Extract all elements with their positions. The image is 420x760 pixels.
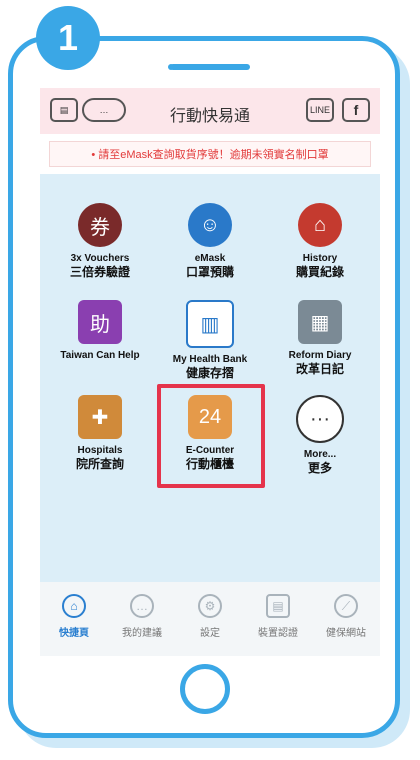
tile-history[interactable]: ⌂ History 購買紀錄 <box>265 203 375 279</box>
compass-icon: ⟋ <box>334 594 358 618</box>
tab-device[interactable]: ▤ 裝置認證 <box>244 582 312 656</box>
banner-text: • 請至eMask查詢取貨序號！逾期未領實名制口罩 <box>49 141 371 167</box>
more-icon: ··· <box>296 395 344 443</box>
health-bank-icon: ▥ <box>186 300 234 348</box>
tile-emask[interactable]: ☺ eMask 口罩預購 <box>155 203 265 279</box>
device-icon: ▤ <box>266 594 290 618</box>
tab-website[interactable]: ⟋ 健保網站 <box>312 582 380 656</box>
mask-icon: ☺ <box>188 203 232 247</box>
notice-banner[interactable]: • 請至eMask查詢取貨序號！逾期未領實名制口罩 <box>40 134 380 174</box>
tile-vouchers[interactable]: 券 3x Vouchers 三倍券驗證 <box>45 203 155 279</box>
settings-icon: ⚙ <box>198 594 222 618</box>
highlight-box <box>157 384 265 488</box>
tile-more[interactable]: ··· More... 更多 <box>265 395 375 475</box>
diary-icon: ▦ <box>298 300 342 344</box>
help-icon: 助 <box>78 300 122 344</box>
history-icon: ⌂ <box>298 203 342 247</box>
tile-taiwan-can-help[interactable]: 助 Taiwan Can Help <box>45 300 155 362</box>
step-badge: 1 <box>36 6 100 70</box>
tile-hospitals[interactable]: ✚ Hospitals 院所查詢 <box>45 395 155 471</box>
tab-shortcuts[interactable]: ⌂ 快捷頁 <box>40 582 108 656</box>
tab-suggestions[interactable]: … 我的建議 <box>108 582 176 656</box>
tab-settings[interactable]: ⚙ 設定 <box>176 582 244 656</box>
tab-bar: ⌂ 快捷頁 … 我的建議 ⚙ 設定 ▤ 裝置認證 ⟋ 健保網站 <box>40 582 380 656</box>
home-icon: ⌂ <box>62 594 86 618</box>
facebook-icon[interactable]: f <box>342 98 370 122</box>
tile-health-bank[interactable]: ▥ My Health Bank 健康存摺 <box>155 300 265 380</box>
vouchers-icon: 券 <box>78 203 122 247</box>
hospital-icon: ✚ <box>78 395 122 439</box>
chat-icon: … <box>130 594 154 618</box>
home-button[interactable] <box>180 664 230 714</box>
app-header: ▤ … 行動快易通 LINE f <box>40 88 380 134</box>
phone-speaker <box>170 64 250 70</box>
tile-reform-diary[interactable]: ▦ Reform Diary 改革日記 <box>265 300 375 376</box>
line-icon[interactable]: LINE <box>306 98 334 122</box>
